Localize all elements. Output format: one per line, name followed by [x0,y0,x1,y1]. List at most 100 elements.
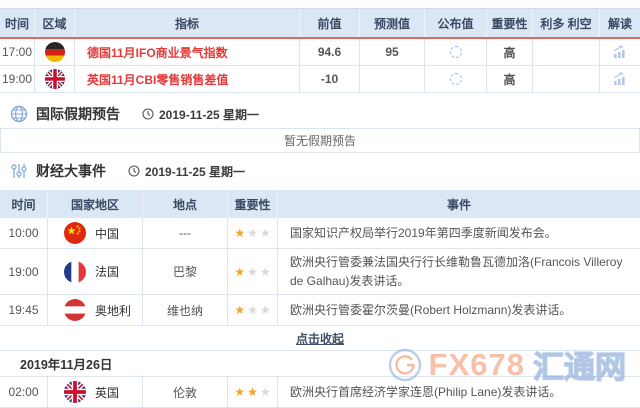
economic-table-header: 时间 区域 指标 前值 预测值 公布值 重要性 利多 利空 解读 [0,9,640,39]
section-date: 2019-11-25 星期一 [142,106,259,123]
location-cell: 维也纳 [143,295,228,326]
loading-spinner-icon [449,46,462,58]
col-interpret: 解读 [607,16,632,31]
table-row: 19:45 奥地利 维也纳 ★ ★ ★ 欧洲央行管委霍尔茨曼(Robert Holz… [0,295,640,327]
bar-chart-icon [613,72,625,85]
star-icon: ★ [234,303,246,318]
star-icon: ★ [234,226,246,240]
location-cell: --- [143,218,228,248]
country-cell: 法国 [48,249,143,295]
china-flag-icon [64,222,86,244]
events-table-header: 时间 国家地区 地点 重要性 事件 [0,190,640,218]
france-flag-icon [64,260,86,283]
forecast-value [360,66,425,92]
uk-flag-icon [44,69,65,89]
table-row: 10:00 中国 --- ★ ★ ★ 国家知识产权局举行2019年第四季度新闻发布会… [0,218,640,249]
table-row: 02:00 英国 伦敦 ★ ★ ★ 欧洲央行首席经济学家连恩(Philip Lane… [0,377,640,408]
published-value [425,66,487,92]
col-event: 事件 [446,197,471,212]
germany-flag-icon [44,42,65,62]
event-description: 国家知识产权局举行2019年第四季度新闻发布会。 [290,225,557,240]
event-time: 10:00 [0,218,48,248]
interpret-cell[interactable] [600,39,640,65]
event-description: 欧洲央行管委霍尔茨曼(Robert Holzmann)发表讲话。 [290,302,572,317]
austria-flag-icon [64,299,86,322]
date-divider: 2019年11月26日 [0,351,640,378]
star-icon: ★ [247,385,258,400]
previous-value: 94.6 [300,39,360,65]
location-cell: 伦敦 [143,377,228,408]
section-title: 财经大事件 [36,163,106,179]
country-name: 中国 [95,226,120,241]
section-date: 2019-11-25 星期一 [128,163,245,180]
collapse-link[interactable]: 点击收起 [296,330,344,347]
holiday-section-header: 国际假期预告 2019-11-25 星期一 [0,103,640,125]
importance-stars: ★ ★ ★ [228,377,278,408]
forecast-value: 95 [360,39,425,65]
date-divider-text: 2019年11月26日 [20,358,113,373]
importance-stars: ★ ★ ★ [228,295,278,326]
country-cell: 英国 [48,377,143,408]
col-time: 时间 [0,9,35,37]
col-bull-bear: 利多 利空 [533,9,600,37]
col-previous: 前值 [300,9,360,37]
col-time: 时间 [0,190,48,218]
importance-stars: ★ ★ ★ [228,249,278,295]
col-published: 公布值 [425,9,487,37]
event-time: 17:00 [0,39,35,65]
bull-bear-cell [533,39,600,65]
loading-spinner-icon [449,73,462,85]
col-importance: 重要性 [487,9,533,37]
col-location: 地点 [143,190,228,218]
section-date-text: 2019-11-25 星期一 [145,164,246,179]
location-cell: 巴黎 [143,249,228,295]
indicator-link[interactable]: 英国11月CBI零售销售差值 [75,66,300,92]
bar-chart-icon [613,45,625,58]
col-indicator: 指标 [75,9,300,37]
event-description: 欧洲央行管委兼法国央行行长维勒鲁瓦德加洛(Francois Villeroy d… [290,255,623,288]
star-icon: ★ [247,303,258,318]
country-name: 英国 [95,385,120,400]
indicator-link[interactable]: 德国11月IFO商业景气指数 [75,39,300,65]
importance-value: 高 [487,66,533,92]
importance-stars: ★ ★ ★ [228,218,278,248]
section-title: 国际假期预告 [36,106,120,122]
star-icon: ★ [259,303,271,318]
star-icon: ★ [234,264,246,279]
star-icon: ★ [247,264,258,279]
region-cell [35,39,75,65]
collapse-row: 点击收起 [0,326,640,352]
events-table: 时间 国家地区 地点 重要性 事件 10:00 中国 --- ★ ★ ★ 国家知… [0,190,640,408]
published-value [425,39,487,65]
event-time: 19:45 [0,295,48,326]
events-section-header: 财经大事件 2019-11-25 星期一 [0,160,640,182]
table-row: 17:00 德国11月IFO商业景气指数 94.6 95 高 [0,39,640,66]
sliders-icon [11,164,27,178]
bull-bear-cell [533,66,600,92]
holiday-empty-box: 暂无假期预告 [0,128,640,153]
section-date-text: 2019-11-25 星期一 [159,107,260,122]
holiday-empty-text: 暂无假期预告 [283,134,356,148]
region-cell [35,66,75,92]
importance-value: 高 [487,39,533,65]
event-time: 02:00 [0,377,48,408]
interpret-cell[interactable] [600,66,640,92]
event-description: 欧洲央行首席经济学家连恩(Philip Lane)发表讲话。 [290,384,562,399]
event-time: 19:00 [0,249,48,295]
economic-data-table: 时间 区域 指标 前值 预测值 公布值 重要性 利多 利空 解读 17:00 德… [0,8,640,93]
clock-icon [128,165,140,177]
star-icon: ★ [259,226,271,240]
table-row: 19:00 法国 巴黎 ★ ★ ★ 欧洲央行管委兼法国央行行长维勒鲁瓦德加洛(Fra… [0,249,640,296]
table-row: 19:00 英国11月CBI零售销售差值 -10 高 [0,66,640,93]
country-cell: 奥地利 [48,295,143,326]
star-icon: ★ [259,264,271,279]
star-icon: ★ [247,226,258,240]
col-country: 国家地区 [48,190,143,218]
col-forecast: 预测值 [360,9,425,37]
country-name: 奥地利 [95,303,132,318]
star-icon: ★ [259,385,271,400]
star-icon: ★ [234,385,246,400]
clock-icon [142,108,154,120]
country-cell: 中国 [48,218,143,248]
globe-icon [10,105,28,123]
